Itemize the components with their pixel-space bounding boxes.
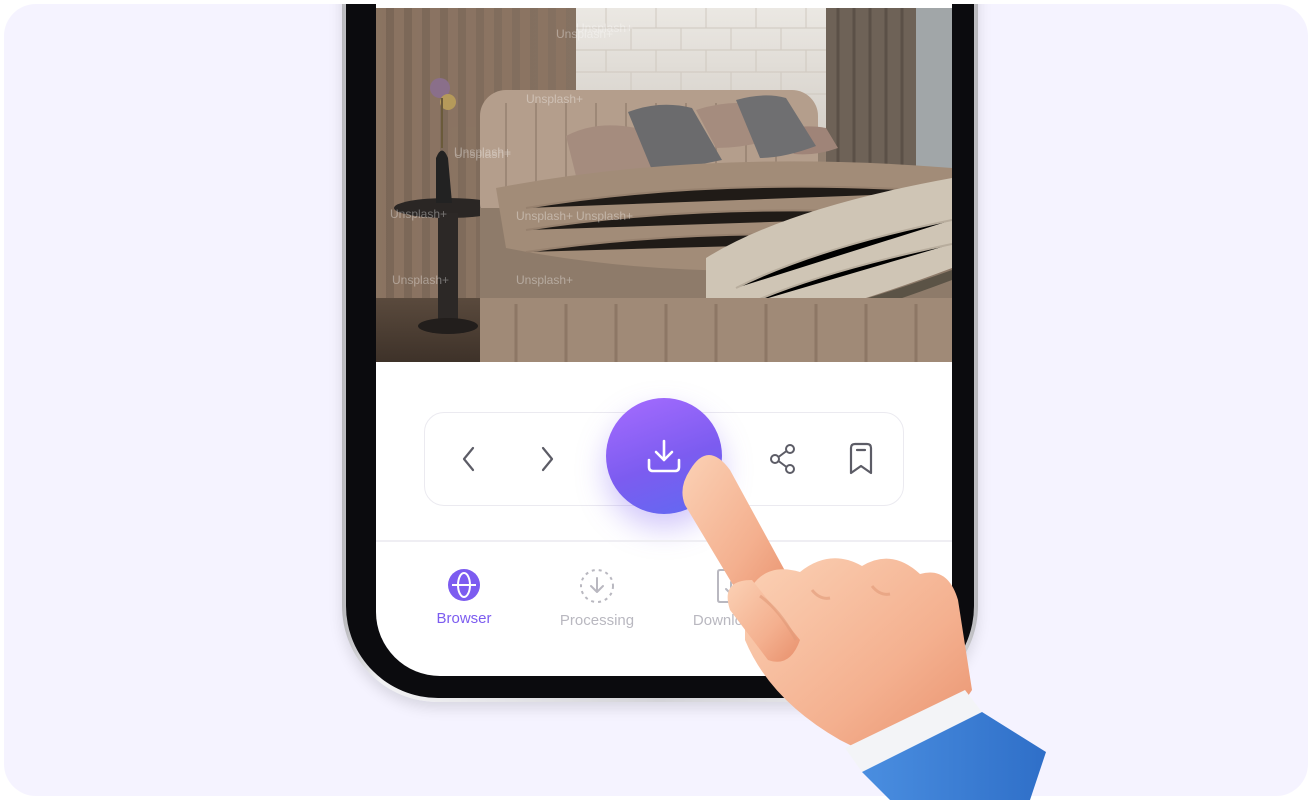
watermark-text: Unsplash+ [516,209,573,223]
phone-bezel: Unsplash+ Unsplash+ Unsplash+ Unsplash+ … [346,4,974,698]
globe-icon [448,569,480,601]
back-button[interactable] [445,435,493,483]
tab-downloads[interactable]: Downloads [660,568,800,629]
tab-processing-label: Processing [559,612,635,629]
file-download-icon [717,569,745,603]
tab-processing[interactable]: Processing [527,568,667,629]
bookmark-icon [849,442,873,475]
phone-frame: Unsplash+ Unsplash+ Unsplash+ Unsplash+ … [342,4,978,702]
tab-browser-label: Browser [436,610,492,627]
share-button[interactable] [759,435,807,483]
bookmark-button[interactable] [837,435,885,483]
watermark-text: Unsplash+ [454,145,511,159]
tab-browser[interactable]: Browser [394,568,534,627]
watermark-text: Unsplash+ [576,209,633,223]
phone-screen: Unsplash+ Unsplash+ Unsplash+ Unsplash+ … [376,4,952,676]
nav-divider [376,540,952,542]
share-icon [770,444,795,474]
chevron-left-icon [462,446,475,472]
watermark-text: Unsplash+ [576,21,633,35]
download-icon [647,439,681,473]
watermark-text: Unsplash+ [526,92,583,106]
tab-downloads-label: Downloads [692,612,768,629]
watermark-text: Unsplash+ [390,207,447,221]
forward-button[interactable] [523,435,571,483]
background-card: Unsplash+ Unsplash+ Unsplash+ Unsplash+ … [4,4,1308,796]
download-button[interactable] [606,398,722,514]
watermark-text: Unsplash+ [392,273,449,287]
watermark-text: Unsplash+ [516,273,573,287]
bedroom-photo[interactable]: Unsplash+ Unsplash+ Unsplash+ Unsplash+ … [376,8,952,362]
processing-icon [580,569,614,603]
chevron-right-icon [541,446,554,472]
